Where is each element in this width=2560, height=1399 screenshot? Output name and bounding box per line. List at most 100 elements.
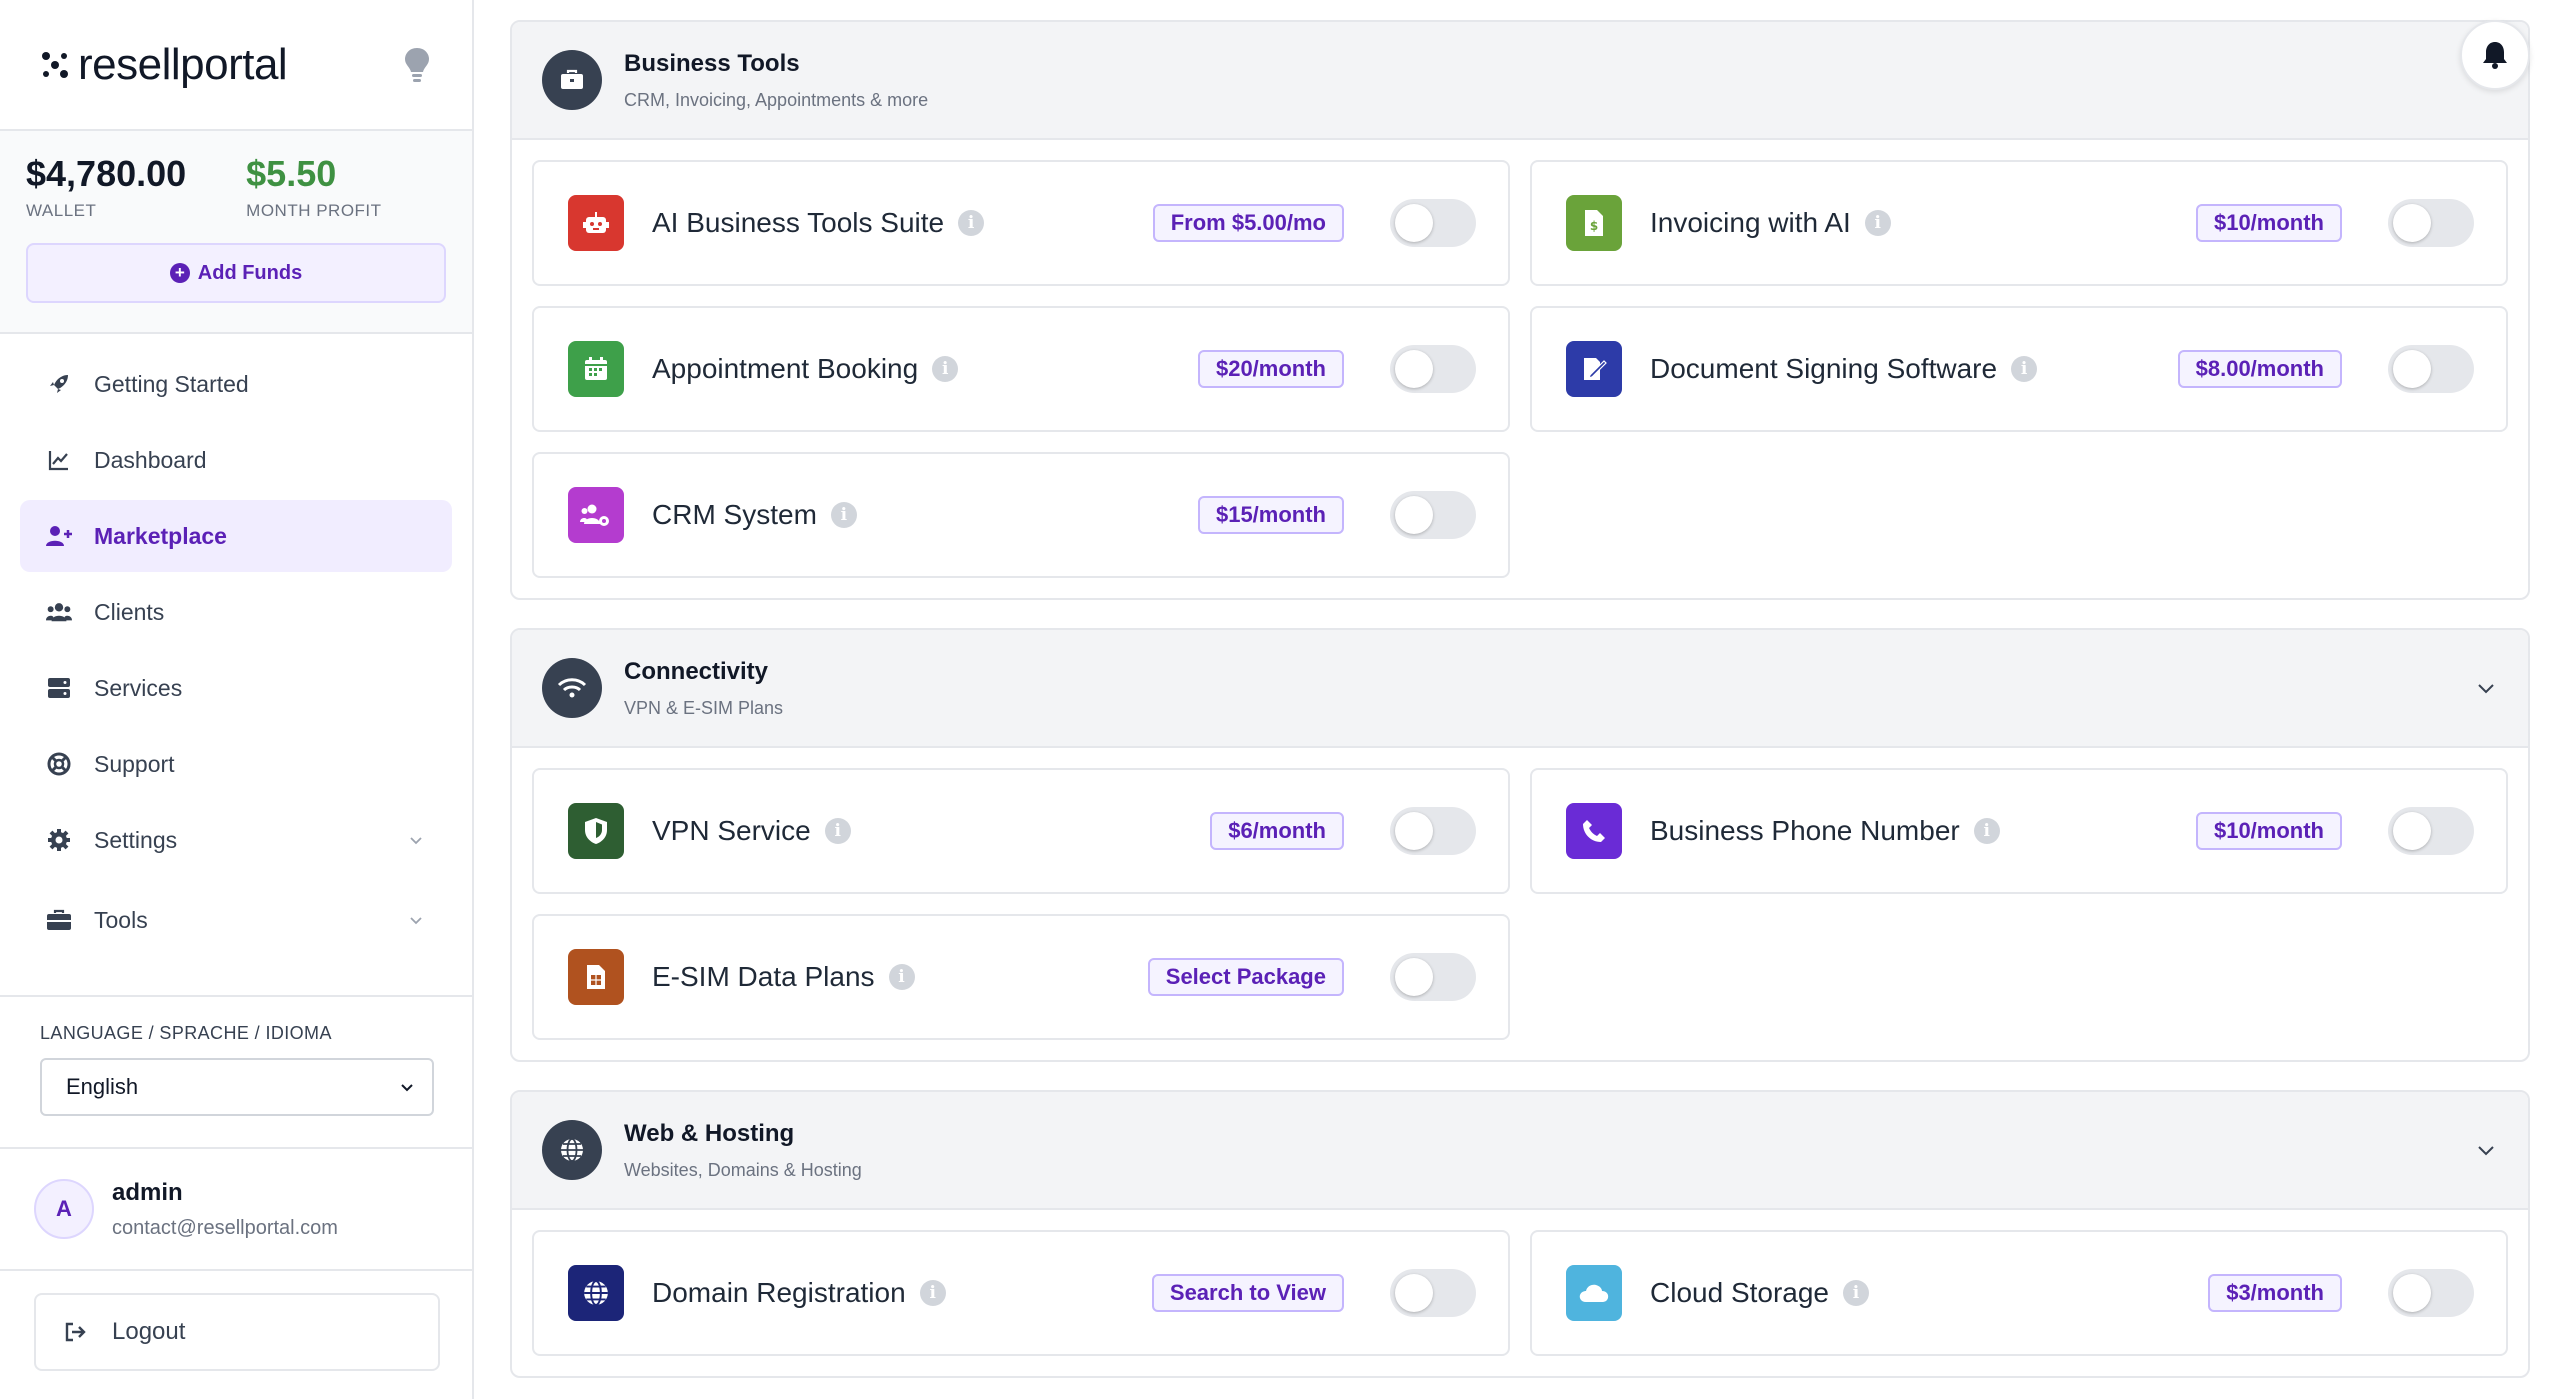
user-plus-icon (46, 523, 72, 549)
service-card: Cloud Storage i $3/month (1530, 1230, 2508, 1356)
service-name: Business Phone Number (1650, 815, 1960, 846)
chevron-down-icon (410, 917, 422, 925)
info-icon[interactable]: i (932, 356, 959, 382)
signature-icon (1566, 341, 1622, 397)
nav-clients[interactable]: Clients (20, 576, 452, 648)
service-toggle[interactable] (2388, 807, 2474, 855)
chevron-down-icon[interactable] (2474, 1138, 2498, 1162)
nav-settings[interactable]: Settings (20, 804, 452, 876)
wallet-balance: $4,780.00 WALLET (26, 153, 186, 221)
section-header[interactable]: Web & Hosting Websites, Domains & Hostin… (512, 1092, 2528, 1210)
price-badge: $3/month (2208, 1274, 2342, 1312)
nav-label: Dashboard (94, 446, 207, 473)
marketplace-main: Business Tools CRM, Invoicing, Appointme… (510, 20, 2530, 1399)
nav-marketplace[interactable]: Marketplace (20, 500, 452, 572)
brand-logo[interactable]: resellportal (38, 40, 288, 90)
cloud-icon (1566, 1265, 1622, 1321)
section-title: Business Tools (624, 49, 800, 77)
info-icon[interactable]: i (1864, 210, 1891, 236)
logout-button[interactable]: Logout (34, 1293, 440, 1371)
price-badge: $20/month (1197, 350, 1344, 388)
service-name: E-SIM Data Plans (652, 961, 875, 992)
service-grid: VPN Service i $6/month Business Phone Num… (512, 748, 2528, 1060)
lifebuoy-icon (46, 751, 72, 777)
wallet-label: WALLET (26, 201, 97, 220)
section-title: Web & Hosting (624, 1119, 795, 1147)
users-gear-icon (568, 487, 624, 543)
chevron-down-icon[interactable] (2474, 676, 2498, 700)
nav-dashboard[interactable]: Dashboard (20, 424, 452, 496)
info-icon[interactable]: i (1843, 1280, 1870, 1306)
section-title: Connectivity (624, 657, 769, 685)
main-nav: Getting Started Dashboard Marketplace Cl… (0, 334, 472, 956)
language-selected-value: English (66, 1074, 139, 1099)
service-toggle[interactable] (1390, 345, 1476, 393)
price-badge[interactable]: Select Package (1147, 958, 1344, 996)
price-badge: $15/month (1197, 496, 1344, 534)
notification-bell-button[interactable] (2460, 20, 2530, 90)
info-icon[interactable]: i (824, 818, 851, 844)
service-name: CRM System (652, 499, 817, 530)
info-icon[interactable]: i (919, 1280, 946, 1306)
nav-label: Clients (94, 598, 165, 625)
price-badge[interactable]: Search to View (1151, 1274, 1344, 1312)
nav-getting-started[interactable]: Getting Started (20, 348, 452, 420)
language-select[interactable]: English (40, 1058, 434, 1116)
service-card: Domain Registration i Search to View (532, 1230, 1510, 1356)
info-icon[interactable]: i (958, 210, 985, 236)
info-icon[interactable]: i (2011, 356, 2038, 382)
lightbulb-icon[interactable] (402, 46, 432, 84)
section-subtitle: Websites, Domains & Hosting (624, 1159, 862, 1180)
service-toggle[interactable] (1390, 199, 1476, 247)
section-web-hosting: Web & Hosting Websites, Domains & Hostin… (510, 1090, 2530, 1378)
rocket-icon (46, 371, 72, 397)
logout-icon (65, 1322, 86, 1342)
add-funds-button[interactable]: + Add Funds (26, 243, 446, 303)
plus-circle-icon: + (169, 263, 190, 283)
service-toggle[interactable] (2388, 1269, 2474, 1317)
server-icon (46, 675, 72, 701)
nav-tools[interactable]: Tools (20, 884, 452, 956)
price-badge: $6/month (1210, 812, 1344, 850)
section-connectivity: Connectivity VPN & E-SIM Plans VPN Servi… (510, 628, 2530, 1062)
service-card: Business Phone Number i $10/month (1530, 768, 2508, 894)
nav-label: Marketplace (94, 522, 227, 549)
wallet-panel: $4,780.00 WALLET $5.50 MONTH PROFIT + Ad… (0, 131, 472, 334)
service-card: CRM System i $15/month (532, 452, 1510, 578)
toolbox-icon (46, 907, 72, 933)
price-badge: $10/month (2195, 204, 2342, 242)
info-icon[interactable]: i (1973, 818, 2000, 844)
service-name: Invoicing with AI (1650, 207, 1851, 238)
section-business-tools: Business Tools CRM, Invoicing, Appointme… (510, 20, 2530, 600)
nav-support[interactable]: Support (20, 728, 452, 800)
invoice-icon: $ (1566, 195, 1622, 251)
service-card: VPN Service i $6/month (532, 768, 1510, 894)
service-name: Appointment Booking (652, 353, 919, 384)
service-name: AI Business Tools Suite (652, 207, 945, 238)
sim-card-icon (568, 949, 624, 1005)
svg-text:$: $ (1590, 219, 1598, 233)
service-toggle[interactable] (1390, 953, 1476, 1001)
service-toggle[interactable] (2388, 199, 2474, 247)
globe-icon (542, 1120, 602, 1180)
service-grid: Domain Registration i Search to View Clou… (512, 1210, 2528, 1376)
service-toggle[interactable] (1390, 1269, 1476, 1317)
section-header[interactable]: Business Tools CRM, Invoicing, Appointme… (512, 22, 2528, 140)
section-header[interactable]: Connectivity VPN & E-SIM Plans (512, 630, 2528, 748)
service-card: Appointment Booking i $20/month (532, 306, 1510, 432)
wallet-amount: $4,780.00 (26, 153, 187, 194)
add-funds-label: Add Funds (197, 261, 303, 284)
service-toggle[interactable] (2388, 345, 2474, 393)
nav-label: Settings (94, 826, 178, 853)
users-icon (46, 599, 72, 625)
avatar[interactable]: A (34, 1179, 94, 1239)
logo-row: resellportal (0, 0, 472, 131)
service-toggle[interactable] (1390, 807, 1476, 855)
service-toggle[interactable] (1390, 491, 1476, 539)
info-icon[interactable]: i (888, 964, 915, 990)
info-icon[interactable]: i (830, 502, 857, 528)
nav-services[interactable]: Services (20, 652, 452, 724)
service-name: Document Signing Software (1650, 353, 1998, 384)
section-subtitle: CRM, Invoicing, Appointments & more (624, 89, 929, 110)
chevron-down-icon (401, 1084, 413, 1092)
